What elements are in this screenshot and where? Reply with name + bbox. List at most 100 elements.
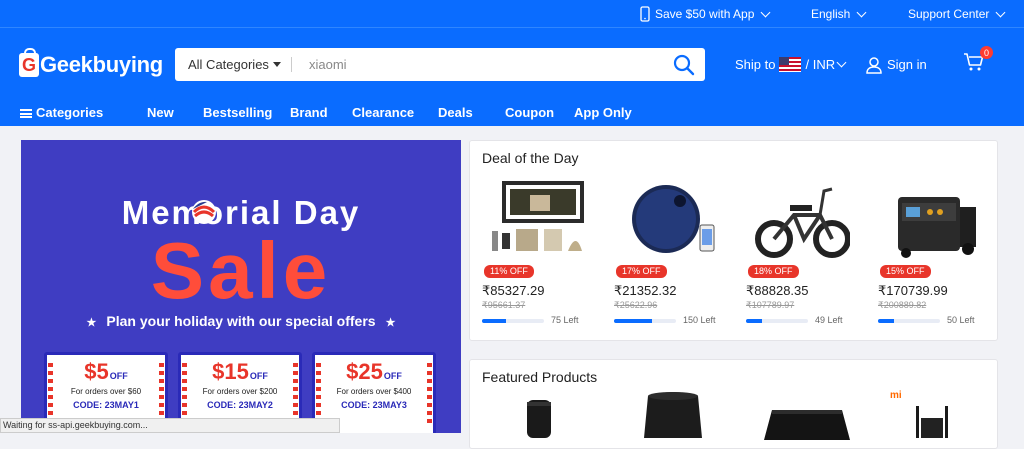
- discount-badge: 11% OFF: [484, 265, 534, 278]
- caret-down-icon: [273, 62, 281, 67]
- featured-products-panel: Featured Products mi: [469, 359, 998, 449]
- chevron-down-icon: [836, 57, 847, 68]
- stock-left: 75 Left: [551, 315, 579, 325]
- phone-icon: [640, 6, 650, 22]
- stock-progress-bar: [614, 319, 676, 323]
- coupon-amount: $25: [346, 359, 383, 384]
- coupon-off: OFF: [383, 371, 402, 381]
- support-label: Support Center: [908, 7, 990, 21]
- category-select-label: All Categories: [188, 57, 269, 72]
- electric-bike-image: [755, 187, 850, 258]
- star-icon: ★: [86, 317, 97, 329]
- nav-item-deals[interactable]: Deals: [438, 105, 473, 120]
- product-price: ₹88828.35: [746, 283, 809, 298]
- top-bar: Save $50 with App English Support Center: [0, 0, 1024, 28]
- product-old-price: ₹95661.37: [482, 300, 526, 310]
- search-bar: All Categories: [175, 48, 705, 81]
- category-select[interactable]: All Categories: [175, 48, 290, 81]
- product-old-price: ₹107789.97: [746, 300, 795, 310]
- discount-badge: 15% OFF: [880, 265, 931, 278]
- coupon-condition: For orders over $60: [70, 387, 142, 396]
- nav-item-clearance[interactable]: Clearance: [352, 105, 414, 120]
- coupon-code: CODE: 23MAY1: [73, 400, 139, 410]
- chevron-down-icon: [856, 7, 867, 17]
- browser-status-bar: Waiting for ss-api.geekbuying.com...: [0, 418, 340, 433]
- smart-speaker-product-image[interactable]: [640, 390, 706, 438]
- site-logo[interactable]: G Geekbuying: [19, 48, 163, 82]
- stock-progress-bar: [878, 319, 940, 323]
- deal-product-card[interactable]: 15% OFF ₹170739.99 ₹200889.82 50 Left: [878, 179, 998, 327]
- sign-in-label: Sign in: [887, 57, 927, 72]
- cart-count-badge: 0: [980, 46, 993, 59]
- product-old-price: ₹200889.82: [878, 300, 927, 310]
- app-promo-link[interactable]: Save $50 with App: [640, 0, 771, 28]
- robot-vacuum-image: [632, 185, 715, 253]
- chevron-down-icon: [760, 7, 771, 17]
- stock-progress-bar: [482, 319, 544, 323]
- nav-item-app-only[interactable]: App Only: [574, 105, 632, 120]
- bluetooth-speaker-product-image[interactable]: [762, 406, 852, 440]
- categories-menu[interactable]: Categories: [20, 105, 103, 120]
- discount-badge: 17% OFF: [616, 265, 667, 278]
- product-price: ₹85327.29: [482, 283, 545, 298]
- featured-products-title: Featured Products: [482, 369, 598, 385]
- main-nav: Categories New Bestselling Brand Clearan…: [0, 101, 1024, 125]
- nav-item-new[interactable]: New: [147, 105, 174, 120]
- coupon-code: CODE: 23MAY3: [341, 400, 407, 410]
- coupon-off: OFF: [109, 371, 128, 381]
- ship-to-label: Ship to: [735, 57, 776, 72]
- user-icon: [866, 56, 882, 74]
- speaker-product-image[interactable]: [524, 398, 554, 438]
- laser-engraver-image: [492, 181, 584, 251]
- coupon-amount: $5: [84, 359, 109, 384]
- banner-subtitle: Plan your holiday with our special offer…: [106, 313, 376, 329]
- flag-ball-icon: [192, 200, 216, 224]
- stock-progress-bar: [746, 319, 808, 323]
- language-selector[interactable]: English: [811, 0, 867, 28]
- coupon-amount-row: $15OFF: [181, 359, 299, 385]
- nav-item-coupon[interactable]: Coupon: [505, 105, 554, 120]
- star-icon: ★: [385, 317, 396, 329]
- coupon-amount-row: $25OFF: [315, 359, 433, 385]
- coupon-condition: For orders over $400: [336, 387, 412, 396]
- currency-label: / INR: [805, 57, 836, 72]
- app-promo-label: Save $50 with App: [655, 7, 755, 21]
- coupon-code: CODE: 23MAY2: [207, 400, 273, 410]
- deal-product-card[interactable]: 17% OFF ₹21352.32 ₹25622.96 150 Left: [614, 179, 734, 327]
- product-old-price: ₹25622.96: [614, 300, 658, 310]
- discount-badge: 18% OFF: [748, 265, 799, 278]
- coupon-off: OFF: [249, 371, 268, 381]
- logo-text: Geekbuying: [40, 52, 163, 77]
- language-label: English: [811, 7, 851, 21]
- promo-banner[interactable]: Memorial Day Sale ★ Plan your holiday wit…: [21, 140, 461, 433]
- product-price: ₹21352.32: [614, 283, 677, 298]
- deal-of-the-day-title: Deal of the Day: [482, 150, 579, 166]
- divider: [291, 57, 292, 72]
- deal-product-card[interactable]: 18% OFF ₹88828.35 ₹107789.97 49 Left: [746, 179, 866, 327]
- sign-in-link[interactable]: Sign in: [865, 48, 927, 81]
- coupon-amount: $15: [212, 359, 249, 384]
- nav-item-brand[interactable]: Brand: [290, 105, 328, 120]
- banner-sale-text: Sale: [150, 226, 332, 315]
- stock-left: 49 Left: [815, 315, 843, 325]
- product-price: ₹170739.99: [878, 283, 948, 298]
- xiaomi-logo: mi: [890, 390, 902, 401]
- deal-product-card[interactable]: 11% OFF ₹85327.29 ₹95661.37 75 Left: [482, 179, 602, 327]
- chevron-down-icon: [995, 7, 1006, 17]
- menu-icon: [20, 109, 32, 118]
- power-station-image: [898, 197, 976, 258]
- nav-item-bestselling[interactable]: Bestselling: [203, 105, 272, 120]
- stock-left: 50 Left: [947, 315, 975, 325]
- coupon-condition: For orders over $200: [202, 387, 278, 396]
- support-center-link[interactable]: Support Center: [908, 0, 1006, 28]
- ship-to-selector[interactable]: Ship to / INR: [735, 48, 847, 81]
- logo-bag-icon: G: [19, 48, 39, 77]
- search-input[interactable]: [299, 48, 649, 81]
- deal-of-the-day-panel: Deal of the Day 11% OFF ₹85327.29 ₹95661…: [469, 140, 998, 341]
- banner-subtitle-row: ★ Plan your holiday with our special offe…: [21, 313, 461, 329]
- stock-left: 150 Left: [683, 315, 716, 325]
- categories-label: Categories: [36, 105, 104, 120]
- coupon-amount-row: $5OFF: [47, 359, 165, 385]
- us-flag-icon: [779, 57, 802, 72]
- search-icon[interactable]: [673, 54, 695, 76]
